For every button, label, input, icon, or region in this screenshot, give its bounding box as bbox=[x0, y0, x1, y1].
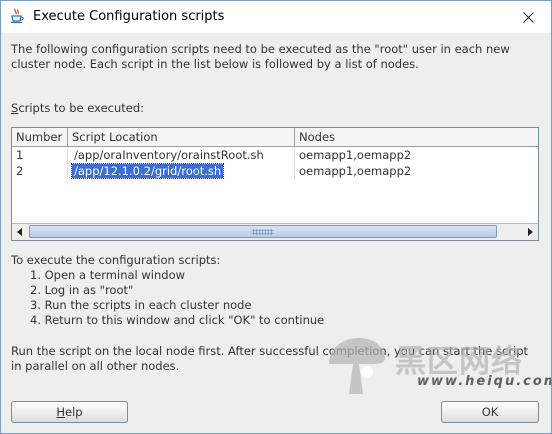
help-button[interactable]: Help bbox=[11, 401, 128, 423]
arrow-right-icon bbox=[528, 227, 533, 236]
column-header-number[interactable]: Number bbox=[12, 128, 68, 146]
column-header-nodes[interactable]: Nodes bbox=[295, 128, 538, 146]
window-title: Execute Configuration scripts bbox=[33, 9, 225, 24]
scripts-label: Scripts to be executed: bbox=[11, 101, 145, 115]
instruction-step: 3. Run the scripts in each cluster node bbox=[30, 298, 252, 312]
scroll-left-button[interactable] bbox=[12, 224, 28, 239]
note-line-1: Run the script on the local node first. … bbox=[11, 344, 529, 358]
instructions-heading: To execute the configuration scripts: bbox=[11, 253, 221, 267]
column-header-script-location[interactable]: Script Location bbox=[68, 128, 295, 146]
scroll-right-button[interactable] bbox=[522, 224, 538, 239]
cell-script-location: /app/oraInventory/orainstRoot.sh bbox=[68, 147, 295, 163]
close-icon bbox=[522, 11, 534, 23]
intro-line-1: The following configuration scripts need… bbox=[11, 42, 510, 56]
table-row[interactable]: 1 /app/oraInventory/orainstRoot.sh oemap… bbox=[12, 147, 538, 163]
cell-nodes: oemapp1,oemapp2 bbox=[299, 148, 412, 162]
instruction-step: 1. Open a terminal window bbox=[30, 268, 186, 282]
cell-script-location[interactable]: /app/12.1.0.2/grid/root.sh bbox=[68, 163, 295, 179]
ok-button-label: OK bbox=[481, 405, 499, 419]
note-line-2: in parallel on all other nodes. bbox=[11, 359, 180, 373]
java-coffee-icon bbox=[11, 8, 24, 24]
arrow-left-icon bbox=[17, 227, 22, 236]
grip-icon bbox=[252, 229, 274, 235]
dialog-content: The following configuration scripts need… bbox=[1, 33, 551, 433]
instruction-step: 4. Return to this window and click "OK" … bbox=[30, 313, 325, 327]
table-row-selected[interactable]: 2 /app/12.1.0.2/grid/root.sh oemapp1,oem… bbox=[12, 163, 538, 179]
close-button[interactable] bbox=[505, 1, 551, 33]
table-header: Number Script Location Nodes bbox=[12, 128, 538, 147]
title-bar[interactable]: Execute Configuration scripts bbox=[1, 1, 551, 33]
ok-button[interactable]: OK bbox=[441, 401, 539, 423]
intro-line-2: cluster node. Each script in the list be… bbox=[11, 57, 419, 71]
dialog-window: Execute Configuration scripts The follow… bbox=[0, 0, 552, 434]
cell-number: 1 bbox=[12, 147, 68, 163]
cell-number: 2 bbox=[12, 163, 68, 179]
help-button-label: Help bbox=[56, 405, 83, 419]
horizontal-scrollbar[interactable] bbox=[12, 223, 538, 240]
instruction-step: 2. Log in as "root" bbox=[30, 283, 134, 297]
selected-script-text[interactable]: /app/12.1.0.2/grid/root.sh bbox=[70, 163, 225, 179]
scripts-table[interactable]: Number Script Location Nodes 1 /app/oraI… bbox=[11, 127, 539, 241]
scroll-thumb[interactable] bbox=[29, 225, 497, 238]
cell-nodes: oemapp1,oemapp2 bbox=[299, 164, 412, 178]
